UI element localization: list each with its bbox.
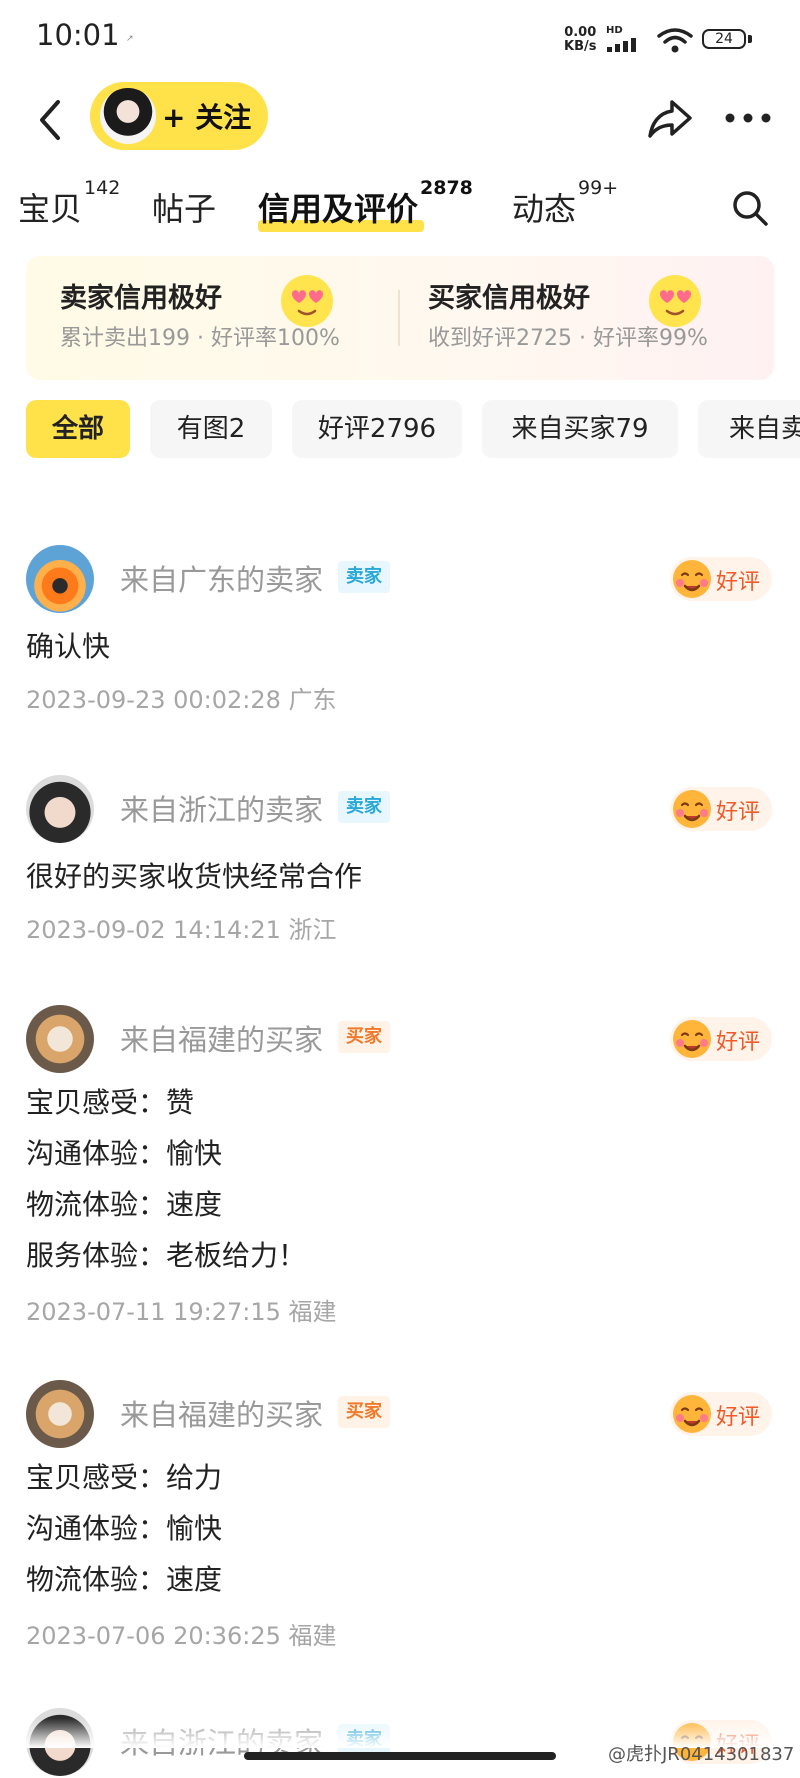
search-icon[interactable]	[730, 188, 770, 228]
role-badge: 卖家	[338, 791, 390, 823]
tab-bar: 宝贝142 帖子 信用及评价2878 动态99+	[0, 177, 800, 242]
reviewer-name: 来自浙江的卖家	[120, 793, 324, 827]
network-speed: 0.00 KB/s	[564, 26, 596, 54]
smile-emoji-icon	[673, 560, 711, 598]
rating-label: 好评	[716, 1405, 761, 1430]
status-bar: 10:01 ↗ 0.00 KB/s HD 24	[0, 0, 800, 80]
review-meta: 2023-09-23 00:02:28 广东	[26, 686, 337, 714]
network-speed-unit: KB/s	[564, 39, 597, 54]
rating-label: 好评	[716, 570, 761, 595]
filter-chip-positive[interactable]: 好评2796	[292, 400, 462, 458]
rating-badge: 好评	[670, 787, 772, 831]
credit-summary-card: 卖家信用极好 累计卖出199 · 好评率100% 买家信用极好 收到好评2725…	[26, 256, 774, 380]
review-text: 宝贝感受：赞	[26, 1086, 195, 1119]
profile-avatar[interactable]	[100, 88, 156, 144]
rating-badge: 好评	[670, 557, 772, 601]
tab-activity[interactable]: 动态99+	[512, 177, 618, 230]
tab-posts[interactable]: 帖子	[152, 184, 216, 230]
rating-label: 好评	[716, 1030, 761, 1055]
filter-chip-all[interactable]: 全部	[26, 400, 130, 458]
rating-label: 好评	[716, 800, 761, 825]
filter-chip-from-buyers[interactable]: 来自买家79	[482, 400, 678, 458]
role-badge: 买家	[338, 1396, 390, 1428]
review-text: 宝贝感受：给力	[26, 1461, 223, 1494]
tab-activity-label: 动态	[512, 190, 577, 228]
share-icon[interactable]	[646, 94, 694, 142]
review-text: 很好的买家收货快经常合作	[26, 860, 363, 893]
review-meta: 2023-07-06 20:36:25 福建	[26, 1622, 337, 1650]
tab-items[interactable]: 宝贝142	[18, 177, 120, 230]
rating-badge: 好评	[670, 1392, 772, 1436]
smile-emoji-icon	[673, 790, 711, 828]
reviewer-name: 来自福建的买家	[120, 1023, 324, 1057]
reviewer-name: 来自福建的买家	[120, 1398, 324, 1432]
reviewer-avatar[interactable]	[26, 1005, 94, 1073]
wifi-icon	[657, 28, 693, 53]
buyer-credit-title: 买家信用极好	[428, 283, 590, 314]
status-time: 10:01	[36, 18, 120, 52]
review-text: 沟通体验：愉快	[26, 1137, 223, 1170]
review-meta: 2023-07-11 19:27:15 福建	[26, 1298, 337, 1326]
tab-credit-reviews[interactable]: 信用及评价2878	[258, 177, 473, 230]
tab-items-count: 142	[84, 177, 121, 200]
review-item: 来自福建的买家 买家 好评 宝贝感受：给力 沟通体验：愉快 物流体验：速度 20…	[0, 1380, 800, 1670]
review-item: 来自浙江的卖家 卖家 好评 很好的买家收货快经常合作 2023-09-02 14…	[0, 775, 800, 965]
back-icon[interactable]	[30, 92, 70, 148]
reviewer-avatar[interactable]	[26, 545, 94, 613]
smile-emoji-icon	[673, 1020, 711, 1058]
tab-activity-count: 99+	[578, 177, 619, 200]
credit-divider	[398, 290, 400, 346]
tab-credit-reviews-label: 信用及评价	[258, 190, 419, 228]
tab-posts-label: 帖子	[152, 190, 217, 228]
follow-label: + 关注	[162, 101, 252, 134]
more-icon[interactable]	[722, 94, 774, 142]
seller-credit-subtitle: 累计卖出199 · 好评率100%	[60, 326, 340, 351]
filter-chip-with-images[interactable]: 有图2	[150, 400, 272, 458]
top-nav-bar: + 关注	[0, 80, 800, 180]
battery-icon: 24	[702, 29, 746, 49]
role-badge: 卖家	[338, 561, 390, 593]
seller-credit-title: 卖家信用极好	[60, 283, 222, 314]
review-text: 沟通体验：愉快	[26, 1512, 223, 1545]
battery-cap	[748, 35, 752, 43]
hd-label: HD	[606, 25, 623, 36]
buyer-credit-subtitle: 收到好评2725 · 好评率99%	[428, 326, 708, 351]
tab-credit-reviews-count: 2878	[420, 177, 473, 200]
follow-button[interactable]: + 关注	[90, 82, 268, 150]
watermark: @虎扑JR0414301837	[608, 1744, 795, 1765]
role-badge: 买家	[338, 1021, 390, 1053]
review-text: 物流体验：速度	[26, 1188, 223, 1221]
notification-icon: ↗	[126, 34, 134, 44]
signal-icon	[607, 38, 636, 52]
review-text: 物流体验：速度	[26, 1563, 223, 1596]
home-indicator[interactable]	[244, 1752, 556, 1760]
review-item: 来自福建的买家 买家 好评 宝贝感受：赞 沟通体验：愉快 物流体验：速度 服务体…	[0, 1005, 800, 1335]
review-item: 来自广东的卖家 卖家 好评 确认快 2023-09-23 00:02:28 广东	[0, 545, 800, 735]
filter-chip-from-sellers[interactable]: 来自卖	[698, 400, 800, 458]
smile-emoji-icon	[673, 1395, 711, 1433]
reviewer-avatar[interactable]	[26, 775, 94, 843]
rating-badge: 好评	[670, 1017, 772, 1061]
filter-chip-row: 全部 有图2 好评2796 来自买家79 来自卖	[0, 400, 800, 462]
network-speed-value: 0.00	[564, 25, 597, 40]
review-meta: 2023-09-02 14:14:21 浙江	[26, 916, 337, 944]
review-text: 服务体验：老板给力！	[26, 1239, 307, 1272]
reviewer-avatar[interactable]	[26, 1380, 94, 1448]
seller-credit: 卖家信用极好 累计卖出199 · 好评率100%	[60, 275, 390, 360]
review-text: 确认快	[26, 630, 111, 663]
tab-items-label: 宝贝	[18, 190, 83, 228]
buyer-credit: 买家信用极好 收到好评2725 · 好评率99%	[428, 275, 758, 360]
reviewer-name: 来自广东的卖家	[120, 563, 324, 597]
